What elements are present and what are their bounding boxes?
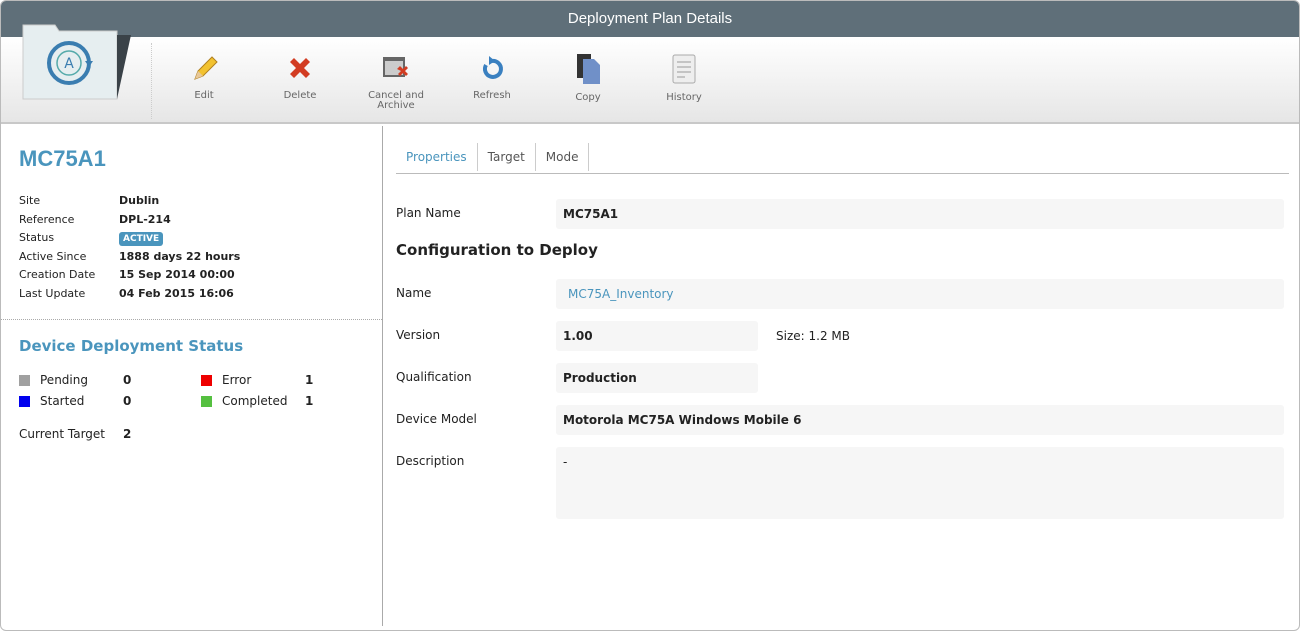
version-field: 1.00 (556, 321, 758, 351)
status-count: 0 (123, 373, 132, 387)
status-label: Pending (40, 373, 88, 387)
info-label: Reference (19, 212, 75, 226)
info-value: 1888 days 22 hours (119, 249, 241, 263)
refresh-icon (482, 56, 503, 79)
current-target: Current Target 2 (19, 427, 131, 441)
cancel-and-archive-button[interactable]: Cancel and Archive (351, 53, 441, 111)
version-label: Version (396, 328, 441, 342)
edit-button[interactable]: Edit (159, 53, 249, 101)
size-text: Size: 1.2 MB (776, 329, 850, 343)
status-badge: ACTIVE (119, 232, 164, 246)
status-label: Started (40, 394, 85, 408)
app-logo-icon: A (21, 21, 133, 104)
archive-cancel-icon (383, 57, 408, 77)
info-label: Site (19, 194, 41, 207)
status-completed: Completed 1 (201, 394, 313, 408)
info-value: Dublin (119, 194, 160, 207)
refresh-button[interactable]: Refresh (447, 53, 537, 101)
device-model-label: Device Model (396, 412, 477, 426)
toolbar: A Edit Delete Cancel and Archive Refresh … (1, 24, 1299, 124)
legend-swatch (19, 374, 30, 386)
deployment-status-title: Device Deployment Status (19, 337, 244, 355)
window: Deployment Plan Details A Edit Delete Ca… (0, 0, 1300, 631)
copy-icon (577, 54, 600, 84)
description-label: Description (396, 454, 465, 468)
history-document-icon (672, 54, 696, 84)
delete-x-icon (290, 58, 310, 78)
info-label: Status (19, 231, 55, 244)
info-value: 04 Feb 2015 16:06 (119, 286, 234, 300)
device-model-field: Motorola MC75A Windows Mobile 6 (556, 405, 1284, 435)
copy-button[interactable]: Copy (543, 53, 633, 103)
status-count: 1 (305, 394, 314, 408)
legend-swatch (19, 395, 30, 407)
window-title: Deployment Plan Details (1, 1, 1299, 37)
tab-properties[interactable]: Properties (396, 143, 478, 171)
toolbar-separator (151, 43, 152, 119)
info-value: 15 Sep 2014 00:00 (119, 268, 235, 281)
info-label: Last Update (19, 286, 86, 300)
plan-summary-panel: MC75A1 Site Dublin Reference DPL-214 Statu… (1, 126, 383, 626)
history-button[interactable]: History (639, 53, 729, 103)
current-target-label: Current Target (19, 427, 106, 441)
name-label: Name (396, 286, 432, 300)
configuration-name-link[interactable]: MC75A_Inventory (556, 279, 1284, 309)
info-label: Creation Date (19, 268, 96, 281)
tab-target[interactable]: Target (478, 143, 536, 171)
status-label: Completed (222, 394, 288, 408)
delete-button[interactable]: Delete (255, 53, 345, 101)
divider (1, 319, 382, 320)
status-error: Error 1 (201, 373, 313, 387)
plan-title: MC75A1 (19, 146, 106, 171)
plan-name-label: Plan Name (396, 206, 461, 220)
legend-swatch (201, 374, 212, 386)
info-value: DPL-214 (119, 212, 171, 226)
tab-mode[interactable]: Mode (536, 143, 590, 171)
qualification-field: Production (556, 363, 758, 393)
tab-bar: Properties Target Mode (396, 143, 1289, 174)
status-count: 1 (305, 373, 314, 387)
plan-info: Site Dublin Reference DPL-214 Status ACTIVE… (19, 194, 240, 305)
status-pending: Pending 0 (19, 373, 131, 387)
pencil-icon (194, 56, 218, 80)
status-started: Started 0 (19, 394, 131, 408)
legend-swatch (201, 395, 212, 407)
section-heading: Configuration to Deploy (396, 241, 598, 259)
current-target-value: 2 (123, 427, 132, 441)
status-label: Error (222, 373, 252, 387)
plan-name-field: MC75A1 (556, 199, 1284, 229)
info-label: Active Since (19, 249, 87, 263)
description-field: - (556, 447, 1284, 519)
status-count: 0 (123, 394, 132, 408)
svg-text:A: A (64, 56, 74, 72)
qualification-label: Qualification (396, 370, 472, 384)
